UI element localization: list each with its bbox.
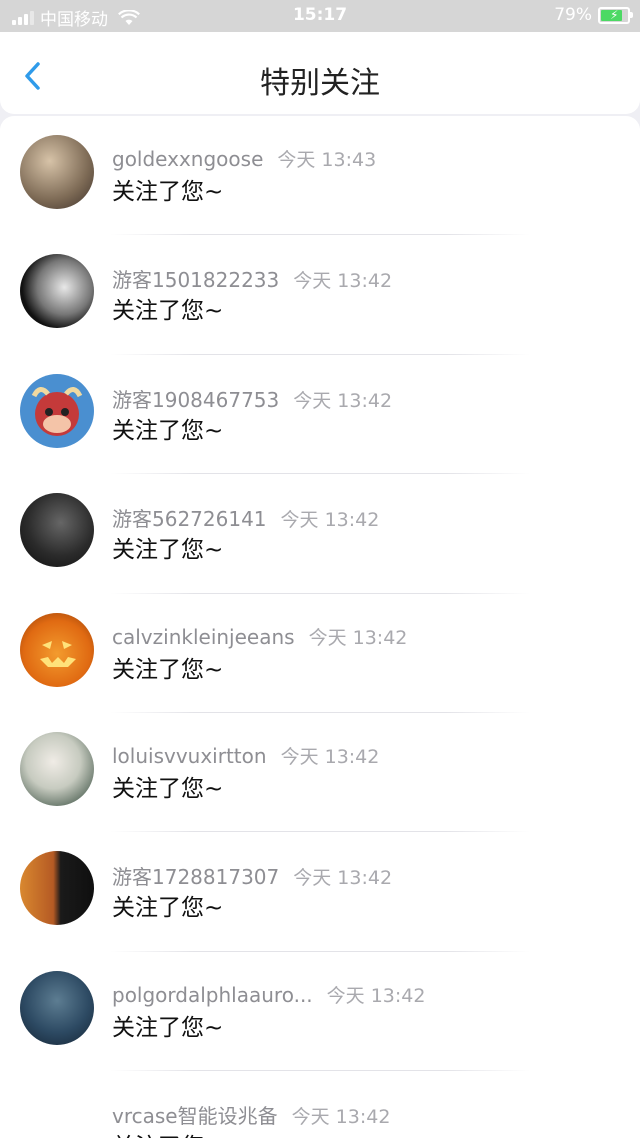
message-text: 关注了您~: [112, 1127, 223, 1138]
timestamp: 今天 13:42: [326, 984, 426, 1007]
pumpkin-avatar-icon: [40, 640, 76, 667]
page-title: 特别关注: [260, 66, 380, 101]
message-text: 关注了您~: [112, 537, 224, 564]
avatar[interactable]: [20, 851, 94, 926]
nav-header: 特别关注: [0, 32, 640, 114]
message-text: 关注了您~: [112, 775, 224, 802]
message-text: 关注了您~: [112, 298, 224, 325]
timestamp: 今天 13:42: [291, 1106, 391, 1129]
cartoon-bull-avatar-icon: [31, 386, 83, 436]
avatar[interactable]: [20, 970, 94, 1045]
list-item[interactable]: 游客1501822233 今天 13:42 关注了您~: [0, 235, 640, 355]
user-name: 游客1728817307: [112, 865, 280, 890]
list-item[interactable]: loluisvvuxirtton 今天 13:42 关注了您~: [0, 713, 640, 833]
avatar[interactable]: [20, 731, 94, 806]
message-text: 关注了您~: [112, 179, 224, 205]
follow-list: goldexxngoose 今天 13:43 关注了您~ 游客1501822233…: [0, 116, 640, 1138]
status-time: 15:17: [292, 5, 348, 25]
battery-percent: 79%: [554, 5, 592, 25]
list-item[interactable]: 游客1908467753 今天 13:42 关注了您~: [0, 355, 640, 475]
avatar[interactable]: [20, 493, 94, 568]
user-name: vrcase智能设兆备: [112, 1104, 278, 1129]
status-bar: 中国移动 15:17 79% ⚡: [0, 0, 640, 32]
message-text: 关注了您~: [112, 417, 224, 444]
message-text: 关注了您~: [112, 656, 224, 683]
message-text: 关注了您~: [112, 1014, 224, 1041]
list-item[interactable]: goldexxngoose 今天 13:43 关注了您~: [0, 116, 640, 236]
user-name: goldexxngoose: [112, 147, 264, 171]
list-item[interactable]: 游客562726141 今天 13:42 关注了您~: [0, 474, 640, 594]
list-item[interactable]: 游客1728817307 今天 13:42 关注了您~: [0, 832, 640, 952]
timestamp: 今天 13:42: [308, 626, 408, 649]
timestamp: 今天 13:42: [293, 270, 393, 293]
battery-icon: ⚡: [598, 6, 633, 24]
timestamp: 今天 13:42: [293, 867, 393, 890]
status-right: 79% ⚡: [554, 5, 633, 25]
list-item[interactable]: calvzinkleinjeeans 今天 13:42 关注了您~: [0, 594, 640, 713]
message-text: 关注了您~: [112, 895, 224, 922]
user-name: 游客562726141: [112, 507, 267, 532]
user-name: 游客1501822233: [112, 268, 280, 293]
list-item[interactable]: polgordalphlaauro... 今天 13:42 关注了您~: [0, 952, 640, 1072]
list-item[interactable]: vrcase智能设兆备今天 13:42 关注了您~: [0, 1071, 640, 1138]
timestamp: 今天 13:43: [277, 149, 377, 171]
avatar[interactable]: [20, 612, 94, 687]
user-name: loluisvvuxirtton: [112, 743, 267, 768]
avatar[interactable]: [20, 135, 94, 209]
timestamp: 今天 13:42: [280, 509, 380, 532]
user-name: calvzinkleinjeeans: [112, 624, 295, 649]
timestamp: 今天 13:42: [280, 745, 380, 768]
user-name: 游客1908467753: [112, 387, 280, 412]
avatar[interactable]: [20, 373, 94, 448]
timestamp: 今天 13:42: [293, 389, 393, 412]
user-name: polgordalphlaauro...: [112, 982, 313, 1007]
avatar[interactable]: [20, 254, 94, 329]
